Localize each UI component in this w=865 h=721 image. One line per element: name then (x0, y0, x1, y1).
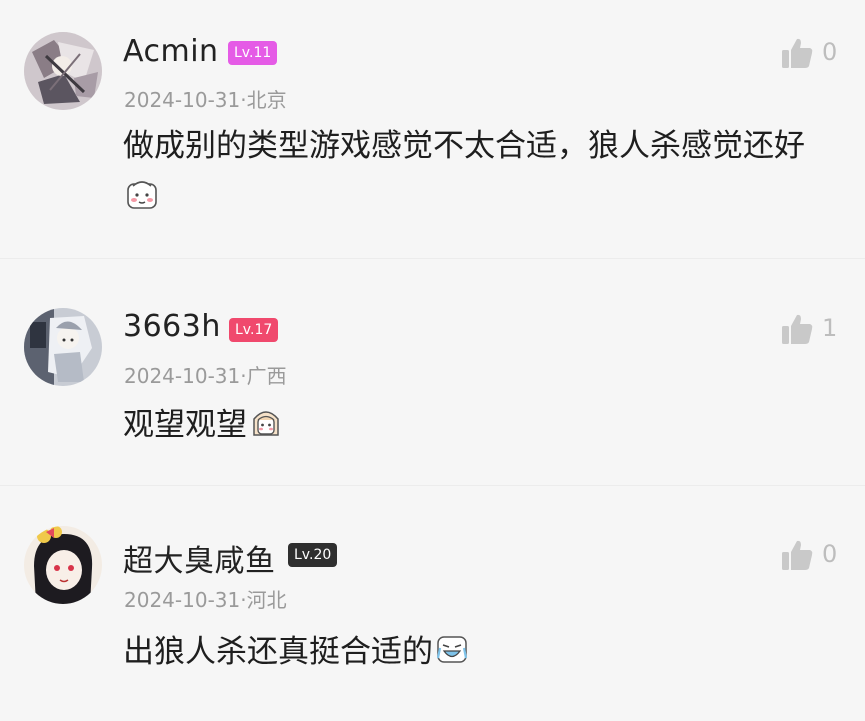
level-badge: Lv.11 (228, 41, 278, 65)
like-count: 1 (822, 314, 838, 342)
avatar[interactable] (24, 526, 102, 604)
comment-location: 河北 (246, 588, 287, 612)
comment-date: 2024-10-31 (124, 364, 241, 388)
username[interactable]: Acmin (123, 34, 219, 69)
comment-date: 2024-10-31 (124, 588, 241, 612)
comment-meta: 2024-10-31·河北 (124, 584, 287, 613)
avatar[interactable] (24, 32, 102, 110)
comment-location: 广西 (246, 364, 287, 388)
thumbs-up-icon[interactable] (780, 36, 814, 70)
username[interactable]: 超大臭咸鱼 (123, 536, 276, 580)
comment-item: 3663h Lv.17 2024-10-31·广西 观望观望 1 (0, 259, 865, 486)
comment-item: Acmin Lv.11 2024-10-31·北京 做成别的类型游戏感觉不太合适… (0, 0, 865, 259)
username[interactable]: 3663h (123, 309, 221, 344)
shy-sticker-icon (127, 181, 157, 209)
comment-text: 观望观望 (123, 399, 823, 451)
comment-item: 超大臭咸鱼 Lv.20 2024-10-31·河北 出狼人杀还真挺合适的 0 (0, 486, 865, 721)
thumbs-up-icon[interactable] (780, 538, 814, 572)
comment-text-body: 做成别的类型游戏感觉不太合适，狼人杀感觉还好 (123, 128, 805, 164)
comment-date: 2024-10-31 (124, 88, 241, 112)
comment-list: Acmin Lv.11 2024-10-31·北京 做成别的类型游戏感觉不太合适… (0, 0, 865, 721)
comment-text: 做成别的类型游戏感觉不太合适，狼人杀感觉还好 (123, 120, 823, 224)
comment-meta: 2024-10-31·广西 (124, 360, 287, 389)
like-count: 0 (822, 38, 838, 66)
laughing-sticker-icon (436, 636, 468, 663)
comment-location: 北京 (246, 88, 287, 112)
comment-text: 出狼人杀还真挺合适的 (123, 626, 823, 678)
avatar[interactable] (24, 308, 102, 386)
comment-text-body: 出狼人杀还真挺合适的 (123, 634, 433, 670)
level-badge: Lv.20 (288, 543, 338, 567)
girl-sticker-icon (253, 411, 279, 436)
like-count: 0 (822, 540, 838, 568)
thumbs-up-icon[interactable] (780, 312, 814, 346)
comment-text-body: 观望观望 (123, 407, 247, 443)
level-badge: Lv.17 (229, 318, 279, 342)
comment-meta: 2024-10-31·北京 (124, 84, 287, 113)
